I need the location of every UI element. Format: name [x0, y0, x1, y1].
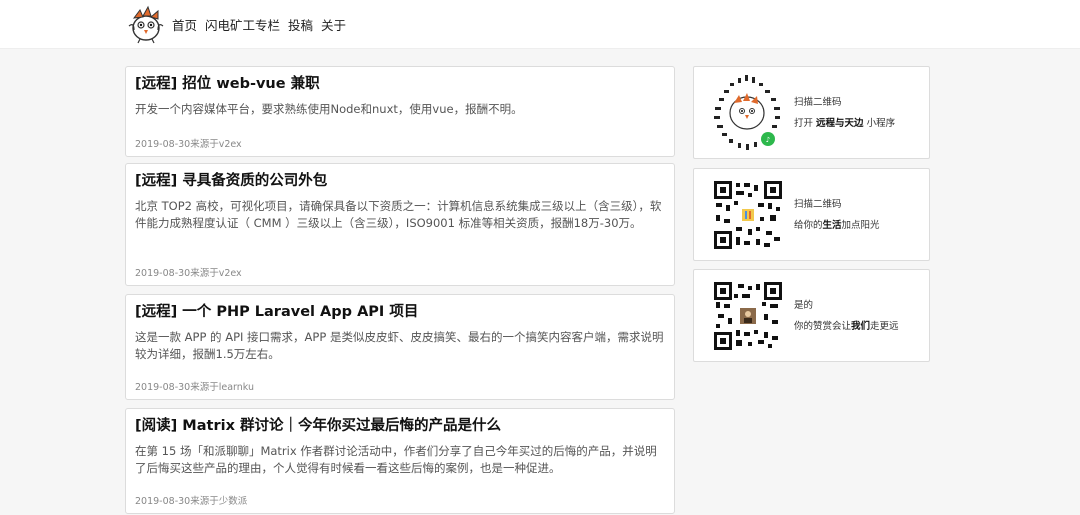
widget-caption: 是的 你的赞赏会让我们走更远 [794, 295, 899, 337]
widget-line1: 扫描二维码 [794, 97, 842, 108]
nav-item-column[interactable]: 闪电矿工专栏 [205, 15, 280, 34]
widget-line2-bold: 远程与天边 [816, 118, 864, 129]
post-title[interactable]: [远程] 寻具备资质的公司外包 [135, 171, 665, 191]
widget-line2-bold: 生活 [822, 220, 842, 231]
post-title[interactable]: [阅读] Matrix 群讨论｜今年你买过最后悔的产品是什么 [135, 416, 665, 436]
post-card[interactable]: [远程] 寻具备资质的公司外包 北京 TOP2 高校，可视化项目，请确保具备以下… [125, 163, 675, 286]
post-meta: 2019-08-30来源于learnku [135, 382, 255, 393]
post-card[interactable]: [阅读] Matrix 群讨论｜今年你买过最后悔的产品是什么 在第 15 场「和… [125, 408, 675, 514]
post-description: 北京 TOP2 高校，可视化项目，请确保具备以下资质之一：计算机信息系统集成三级… [135, 199, 662, 230]
post-card[interactable]: [远程] 招位 web-vue 兼职 开发一个内容媒体平台，要求熟练使用Node… [125, 66, 675, 157]
widget-line2-text: 走更远 [870, 321, 899, 332]
sunshine-qr-widget: 扫描二维码 给你的生活加点阳光 [693, 168, 930, 261]
widget-line2-text: 加点阳光 [841, 220, 880, 231]
widget-line1: 扫描二维码 [794, 199, 842, 210]
post-title[interactable]: [远程] 招位 web-vue 兼职 [135, 74, 665, 94]
post-title[interactable]: [远程] 一个 PHP Laravel App API 项目 [135, 302, 665, 322]
widget-line2-text: 你的赞赏会让 [794, 321, 852, 332]
nav-item-about[interactable]: 关于 [321, 15, 346, 34]
nav-item-home[interactable]: 首页 [172, 15, 197, 34]
svg-text:♪: ♪ [766, 136, 770, 144]
miniprogram-widget: ♪ 扫描二维码 打开 远程与天边 小程序 [693, 66, 930, 159]
widget-line2-text: 打开 [794, 118, 817, 129]
widget-line2: 给你的生活加点阳光 [794, 215, 880, 236]
appreciation-qr-icon [714, 282, 782, 350]
post-meta: 2019-08-30来源于v2ex [135, 139, 242, 150]
widget-line2-text: 小程序 [863, 118, 896, 129]
logo-bird-icon[interactable] [124, 4, 168, 44]
widget-line2: 打开 远程与天边 小程序 [794, 113, 895, 134]
widget-line2-bold: 我们 [851, 321, 871, 332]
widget-line1: 是的 [794, 300, 814, 311]
main-nav: 首页 闪电矿工专栏 投稿 关于 [172, 15, 346, 34]
appreciation-widget: 是的 你的赞赏会让我们走更远 [693, 269, 930, 362]
post-description: 这是一款 APP 的 API 接口需求，APP 是类似皮皮虾、皮皮搞笑、最右的一… [135, 330, 664, 361]
qr-code-icon [714, 181, 782, 249]
post-card[interactable]: [远程] 一个 PHP Laravel App API 项目 这是一款 APP … [125, 294, 675, 400]
wechat-miniprogram-qr-icon: ♪ [714, 75, 780, 150]
post-description: 在第 15 场「和派聊聊」Matrix 作者群讨论活动中，作者们分享了自己今年买… [135, 444, 657, 475]
post-description: 开发一个内容媒体平台，要求熟练使用Node和nuxt，使用vue，报酬不明。 [135, 102, 523, 116]
top-nav-bar: 首页 闪电矿工专栏 投稿 关于 [0, 0, 1080, 49]
post-meta: 2019-08-30来源于少数派 [135, 496, 248, 507]
widget-caption: 扫描二维码 给你的生活加点阳光 [794, 194, 880, 236]
widget-line2-text: 给你的 [794, 220, 823, 231]
post-meta: 2019-08-30来源于v2ex [135, 268, 242, 279]
widget-caption: 扫描二维码 打开 远程与天边 小程序 [794, 92, 895, 134]
widget-line2: 你的赞赏会让我们走更远 [794, 316, 899, 337]
nav-item-submit[interactable]: 投稿 [288, 15, 313, 34]
